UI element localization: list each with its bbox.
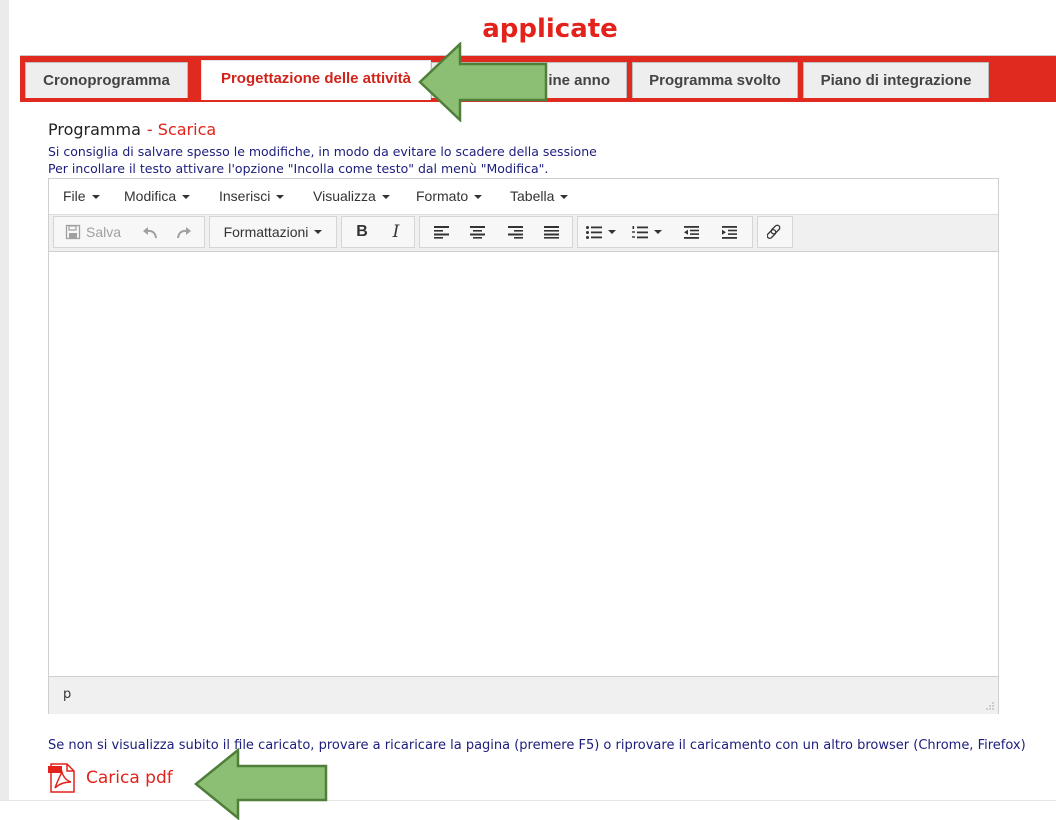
italic-button[interactable]: I <box>380 217 412 247</box>
paste-hint: Per incollare il testo attivare l'opzion… <box>48 161 549 176</box>
align-center-button[interactable] <box>460 217 494 247</box>
bold-button[interactable]: B <box>346 217 378 247</box>
link-icon <box>767 224 781 239</box>
rich-text-editor: File Modifica Inserisci Visualizza Forma… <box>48 178 999 714</box>
indent-button[interactable] <box>712 217 746 247</box>
chevron-down-icon <box>276 195 285 199</box>
chevron-down-icon <box>91 195 100 199</box>
toolbar-group-lists <box>577 216 753 248</box>
download-link[interactable]: Scarica <box>158 120 216 139</box>
left-border <box>0 0 9 800</box>
toolbar-group-history: Salva <box>53 216 205 248</box>
formats-label: Formattazioni <box>223 224 309 240</box>
chevron-down-icon <box>474 195 483 199</box>
tab-programma-svolto[interactable]: Programma svolto <box>632 62 798 98</box>
toolbar-group-formats: Formattazioni <box>209 216 337 248</box>
align-left-icon <box>433 225 449 239</box>
menu-modifica-label: Modifica <box>124 188 177 204</box>
toolbar-group-align <box>419 216 573 248</box>
element-path[interactable]: p <box>63 687 71 702</box>
outdent-icon <box>683 225 699 239</box>
bullet-list-icon <box>586 225 602 239</box>
tab-piano-integrazione[interactable]: Piano di integrazione <box>803 62 989 98</box>
align-justify-icon <box>543 225 559 239</box>
menu-visualizza[interactable]: Visualizza <box>313 188 390 204</box>
align-right-button[interactable] <box>498 217 532 247</box>
indent-icon <box>721 225 737 239</box>
numbered-list-button[interactable] <box>626 217 668 247</box>
menu-formato-label: Formato <box>416 188 469 204</box>
menu-tabella-label: Tabella <box>510 188 555 204</box>
align-center-icon <box>469 225 485 239</box>
chevron-down-icon <box>608 230 616 234</box>
undo-icon <box>143 227 157 239</box>
upload-pdf-label: Carica pdf <box>86 768 173 788</box>
annotation-arrow-tabs <box>418 42 548 122</box>
chevron-down-icon <box>182 195 191 199</box>
undo-button[interactable] <box>136 217 164 247</box>
annotation-arrow-upload <box>194 748 328 820</box>
save-hint: Si consiglia di salvare spesso le modifi… <box>48 144 597 159</box>
menu-file-label: File <box>63 188 86 204</box>
editor-menubar: File Modifica Inserisci Visualizza Forma… <box>49 179 998 215</box>
pdf-icon <box>48 763 75 793</box>
formats-dropdown[interactable]: Formattazioni <box>210 217 336 247</box>
align-left-button[interactable] <box>424 217 458 247</box>
menu-inserisci-label: Inserisci <box>219 188 271 204</box>
section-label: Programma <box>48 120 141 139</box>
chevron-down-icon <box>314 230 323 234</box>
outdent-button[interactable] <box>674 217 708 247</box>
chevron-down-icon <box>654 230 662 234</box>
editor-toolbar: Salva Formattazioni B I <box>49 215 998 252</box>
menu-inserisci[interactable]: Inserisci <box>219 188 285 204</box>
align-right-icon <box>507 225 523 239</box>
menu-file[interactable]: File <box>63 188 100 204</box>
footer-divider <box>0 800 1056 801</box>
align-justify-button[interactable] <box>534 217 568 247</box>
upload-pdf-link[interactable]: Carica pdf <box>48 762 173 794</box>
menu-formato[interactable]: Formato <box>416 188 483 204</box>
save-label: Salva <box>85 224 122 240</box>
menu-modifica[interactable]: Modifica <box>124 188 191 204</box>
numbered-list-icon <box>632 225 648 238</box>
bullet-list-button[interactable] <box>580 217 622 247</box>
redo-icon <box>177 227 191 239</box>
toolbar-group-link <box>757 216 793 248</box>
menu-tabella[interactable]: Tabella <box>510 188 569 204</box>
redo-button[interactable] <box>170 217 198 247</box>
tab-progettazione-attivita[interactable]: Progettazione delle attività <box>201 60 431 100</box>
chevron-down-icon <box>560 195 569 199</box>
editor-content-area[interactable] <box>49 252 998 676</box>
link-button[interactable] <box>758 217 792 247</box>
section-heading: Programma - Scarica <box>48 120 216 139</box>
save-icon <box>65 224 81 240</box>
editor-statusbar: p <box>49 676 998 714</box>
page-title: applicate <box>482 14 618 44</box>
tab-cronoprogramma[interactable]: Cronoprogramma <box>25 62 188 98</box>
chevron-down-icon <box>381 195 390 199</box>
toolbar-group-style: B I <box>341 216 415 248</box>
menu-visualizza-label: Visualizza <box>313 188 376 204</box>
save-button[interactable]: Salva <box>60 217 126 247</box>
section-separator: - <box>146 120 153 139</box>
resize-handle-icon[interactable] <box>986 702 994 710</box>
